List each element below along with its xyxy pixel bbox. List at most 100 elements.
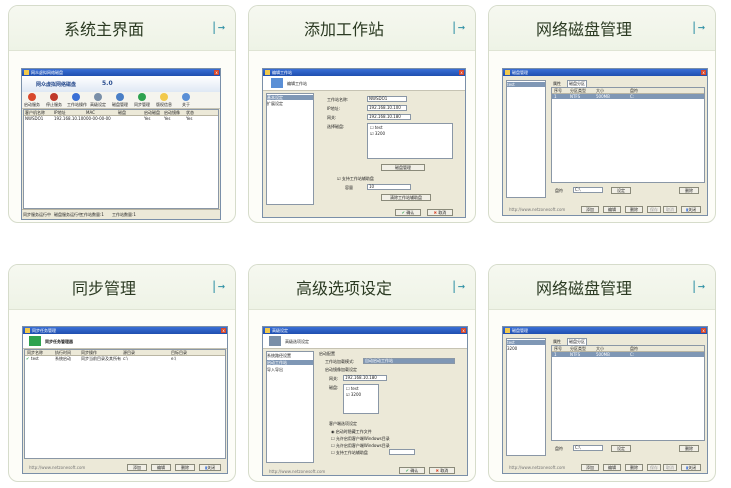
copyright-icon[interactable] bbox=[160, 93, 168, 101]
disk-checkbox-item[interactable]: ☑ 3200 bbox=[370, 131, 385, 136]
nav-item-import-export[interactable]: 导入导出 bbox=[267, 367, 313, 372]
edit-button[interactable]: 编辑 bbox=[603, 464, 621, 471]
card-advanced-options[interactable]: 高级选项设定 |→ 高级设定 x 高级选项设定 系统路径设置 启动工作站 导入导出… bbox=[248, 264, 476, 482]
disk-checkbox-item[interactable]: ☐ test bbox=[370, 125, 383, 130]
close-icon[interactable]: x bbox=[214, 70, 219, 75]
dialog-header-title: 编辑工作站 bbox=[287, 81, 307, 86]
card-main-interface[interactable]: 系统主界面 |→ 网众虚拟网络磁盘 x 网众虚拟网络磁盘 5.0 启动服务 停止服… bbox=[8, 5, 236, 223]
option-checkbox[interactable]: ☐ 允许启用客户端Windows目录 bbox=[331, 443, 390, 449]
delete-button[interactable]: 删除 bbox=[625, 464, 643, 471]
close-icon[interactable]: x bbox=[459, 70, 464, 75]
option-checkbox[interactable]: ☐ 支持工作站辅助盘 bbox=[331, 450, 368, 456]
edit-button[interactable]: 编辑 bbox=[151, 464, 171, 471]
save-button[interactable]: 保存 bbox=[647, 464, 661, 471]
app-version: 5.0 bbox=[102, 80, 113, 87]
aux-disk-checkbox[interactable]: ☑ 支持工作站辅助盘 bbox=[337, 176, 374, 182]
clear-aux-disk-button[interactable]: 清除工作站辅助盘 bbox=[381, 194, 431, 201]
set-button[interactable]: 设定 bbox=[611, 187, 631, 194]
capacity-label: 容量 bbox=[345, 185, 353, 190]
start-service-icon[interactable] bbox=[28, 93, 36, 101]
section-title: 启动镜像加载设定 bbox=[325, 367, 357, 372]
card-add-workstation[interactable]: 添加工作站 |→ 编辑工作站 x 编辑工作站 基本设定 扩展设定 工作站名称: N… bbox=[248, 5, 476, 223]
settings-icon[interactable] bbox=[94, 93, 102, 101]
table-row[interactable]: NWSDO1 192.168.10.100 00-00-00-00 Yes Ye… bbox=[24, 116, 218, 121]
disk-checkbox-item[interactable]: ☐ test bbox=[346, 386, 359, 391]
nav-item-boot[interactable]: 启动工作站 bbox=[267, 360, 313, 365]
delete-partition-button[interactable]: 删除 bbox=[679, 445, 699, 452]
cancel-button[interactable]: 取消 bbox=[663, 206, 677, 213]
option-checkbox[interactable]: ☐ 允许启用客户端Windows目录 bbox=[331, 436, 390, 442]
add-button[interactable]: 添加 bbox=[581, 464, 599, 471]
drive-letter-select[interactable]: C:\ bbox=[573, 187, 603, 193]
workstation-icon bbox=[271, 78, 283, 88]
cancel-button[interactable]: 取消 bbox=[663, 464, 677, 471]
close-button[interactable]: ▮关闭 bbox=[681, 206, 701, 213]
table-row[interactable]: 1 NTFS 500MB C: bbox=[552, 94, 704, 99]
arrow-right-icon[interactable]: |→ bbox=[451, 279, 465, 293]
card-disk-management[interactable]: 网络磁盘管理 |→ 磁盘管理 x test 属性 磁盘分区 序号 分区类型 大小 盘符 … bbox=[488, 5, 716, 223]
workstation-table: 客户机名称 IP地址 MAC 磁盘 启动磁盘 启动镜像 状态 NWSDO1 19… bbox=[23, 109, 219, 209]
nav-item-extended[interactable]: 扩展设定 bbox=[267, 101, 313, 106]
toolbar-label: 磁盘管理 bbox=[112, 102, 128, 107]
arrow-right-icon[interactable]: |→ bbox=[211, 20, 225, 34]
card-title: 高级选项设定 bbox=[295, 279, 392, 298]
aux-disk-select[interactable] bbox=[389, 449, 415, 455]
disk-checkbox-item[interactable]: ☑ 3200 bbox=[346, 392, 361, 397]
close-icon[interactable]: x bbox=[221, 328, 226, 333]
name-input[interactable]: NWSDO1 bbox=[367, 96, 407, 102]
gateway-select[interactable]: 192.168.10.180 bbox=[367, 114, 411, 120]
about-icon[interactable] bbox=[182, 93, 190, 101]
toolbar-label: 工作站操作 bbox=[67, 102, 87, 107]
add-button[interactable]: 添加 bbox=[127, 464, 147, 471]
gateway-select[interactable]: 192.168.10.180 bbox=[343, 375, 387, 381]
stop-service-icon[interactable] bbox=[50, 93, 58, 101]
edit-button[interactable]: 编辑 bbox=[603, 206, 621, 213]
cancel-button[interactable]: ✖ 取消 bbox=[429, 467, 455, 474]
option-radio[interactable]: ◉ 启动时隐藏工作文件 bbox=[331, 429, 372, 435]
close-icon[interactable]: x bbox=[701, 328, 706, 333]
set-button[interactable]: 设定 bbox=[611, 445, 631, 452]
card-title: 系统主界面 bbox=[63, 20, 144, 39]
list-item[interactable]: test bbox=[507, 340, 545, 345]
add-button[interactable]: 添加 bbox=[581, 206, 599, 213]
screenshot-edit-workstation: 编辑工作站 x 编辑工作站 基本设定 扩展设定 工作站名称: NWSDO1 IP地… bbox=[262, 68, 466, 218]
card-disk-management-2[interactable]: 网络磁盘管理 |→ 磁盘管理 x test 3200 属性 磁盘分区 序号 分区类型… bbox=[488, 264, 716, 482]
app-name: 网众虚拟网络磁盘 bbox=[36, 82, 77, 88]
table-row[interactable]: ✔ test 系统启动 同步当前目录及其所有 c:\ e:\ bbox=[25, 356, 225, 361]
drive-letter-select[interactable]: C:\ bbox=[573, 445, 603, 451]
arrow-right-icon[interactable]: |→ bbox=[211, 279, 225, 293]
arrow-right-icon[interactable]: |→ bbox=[691, 279, 705, 293]
sync-icon[interactable] bbox=[138, 93, 146, 101]
delete-partition-button[interactable]: 删除 bbox=[679, 187, 699, 194]
card-header: 系统主界面 |→ bbox=[9, 6, 235, 51]
table-row[interactable]: 1 NTFS 500MB C: bbox=[552, 352, 704, 357]
ok-button[interactable]: ✔ 确认 bbox=[395, 209, 421, 216]
close-icon[interactable]: x bbox=[701, 70, 706, 75]
nav-item-basic[interactable]: 基本设定 bbox=[267, 95, 313, 100]
ok-button[interactable]: ✔ 确认 bbox=[399, 467, 425, 474]
disk-icon[interactable] bbox=[116, 93, 124, 101]
load-mode-select[interactable]: 自动启动工作站 bbox=[363, 358, 455, 364]
delete-button[interactable]: 删除 bbox=[625, 206, 643, 213]
card-header: 高级选项设定 |→ bbox=[249, 265, 475, 310]
close-button[interactable]: ▮关闭 bbox=[681, 464, 701, 471]
close-button[interactable]: ▮关闭 bbox=[199, 464, 221, 471]
window-title-bar: 网众虚拟网络磁盘 x bbox=[22, 69, 220, 76]
nav-item-paths[interactable]: 系统路径设置 bbox=[267, 353, 313, 358]
settings-nav: 系统路径设置 启动工作站 导入导出 bbox=[266, 351, 314, 463]
app-icon bbox=[505, 328, 510, 333]
list-item[interactable]: 3200 bbox=[507, 346, 545, 351]
arrow-right-icon[interactable]: |→ bbox=[451, 20, 465, 34]
capacity-select[interactable]: 10 bbox=[367, 184, 411, 190]
delete-button[interactable]: 删除 bbox=[175, 464, 195, 471]
arrow-right-icon[interactable]: |→ bbox=[691, 20, 705, 34]
ip-input[interactable]: 192.168.10.100 bbox=[367, 105, 407, 111]
list-item[interactable]: test bbox=[507, 82, 545, 87]
save-button[interactable]: 保存 bbox=[647, 206, 661, 213]
card-sync-management[interactable]: 同步管理 |→ 同步任务管理 x 同步任务管理器 同步名称 执行时间 同步操作 源目录目… bbox=[8, 264, 236, 482]
cancel-button[interactable]: ✖ 取消 bbox=[427, 209, 453, 216]
close-icon[interactable]: x bbox=[461, 328, 466, 333]
disk-manage-button[interactable]: 磁盘管理 bbox=[381, 164, 425, 171]
app-icon bbox=[25, 328, 30, 333]
workstation-icon[interactable] bbox=[72, 93, 80, 101]
